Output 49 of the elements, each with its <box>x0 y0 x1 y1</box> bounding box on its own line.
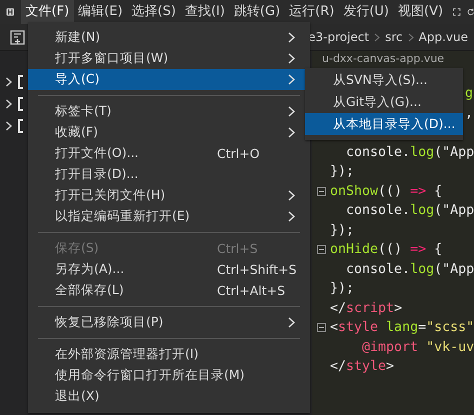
menu-item[interactable]: 打开目录(D)... <box>28 164 310 185</box>
fold-icon[interactable] <box>316 323 326 332</box>
code-line: }); <box>330 163 354 181</box>
menu-item[interactable]: 从Git导入(G)... <box>305 91 463 113</box>
menu-item[interactable]: 在外部资源管理器打开(I) <box>28 344 310 365</box>
breadcrumb-item[interactable]: src <box>385 30 403 44</box>
fold-icon[interactable] <box>316 186 326 196</box>
code-line: onShow(() => { <box>330 182 442 200</box>
code-line: </script> <box>330 300 402 318</box>
menu-item[interactable]: 从本地目录导入(D)... <box>305 113 463 135</box>
menubar-item[interactable]: 查找(I) <box>180 0 230 24</box>
code-line: }); <box>330 280 354 298</box>
menu-item[interactable]: 使用命令行窗口打开所在目录(M) <box>28 365 310 386</box>
menu-item[interactable]: 打开已关闭文件(H) <box>28 185 310 206</box>
code-line: console.log("App <box>345 144 474 162</box>
menubar-item[interactable]: 编辑(E) <box>73 0 128 24</box>
menu-item[interactable]: 以指定编码重新打开(E) <box>28 206 310 227</box>
menu-item[interactable]: 另存为(A)... Ctrl+Shift+S <box>28 259 310 280</box>
code-line: </style> <box>330 358 394 376</box>
chevron-icon <box>408 32 414 42</box>
editor-tab[interactable]: u-dxx-canvas-app.vue <box>322 53 444 65</box>
chevron-icon[interactable] <box>5 99 13 109</box>
menu-item[interactable]: 恢复已移除项目(P) <box>28 312 310 333</box>
menu-item[interactable]: 打开文件(O)... Ctrl+O <box>28 143 310 164</box>
menubar-item[interactable]: 文件(F) <box>20 0 74 24</box>
menu-item[interactable]: 新建(N) <box>28 27 310 48</box>
chevron-icon[interactable] <box>5 77 13 87</box>
menubar-item[interactable]: 视图(V) <box>393 0 448 24</box>
menu-item[interactable]: 全部保存(L) Ctrl+Alt+S <box>28 280 310 301</box>
new-file-icon[interactable] <box>10 30 25 44</box>
code-line: g <box>464 85 473 103</box>
chevron-icon <box>374 32 380 42</box>
code-line: }); <box>330 222 354 240</box>
breadcrumb-item[interactable]: e3-project <box>308 30 370 44</box>
menubar-item[interactable]: 跳转(G) <box>228 0 286 24</box>
code-line: onHide(() => { <box>330 241 442 259</box>
code-line: <style lang="scss" <box>330 319 474 337</box>
menu-item[interactable]: 打开多窗口项目(W) <box>28 48 310 69</box>
menubar-item[interactable]: 运行(R) <box>284 0 340 24</box>
code-line: , <box>464 104 473 122</box>
menu-item[interactable]: 退出(X) <box>28 386 310 407</box>
code-line: @import "vk-uv <box>361 338 474 356</box>
code-line: console.log("App <box>345 202 474 220</box>
menubar-item[interactable]: 选择(S) <box>126 0 181 24</box>
fold-icon[interactable] <box>316 245 326 254</box>
breadcrumb-item[interactable]: App.vue <box>418 30 468 44</box>
chevron-icon[interactable] <box>5 121 13 131</box>
code-line: console.log("App <box>345 260 474 278</box>
menubar-item[interactable]: 发行(U) <box>338 0 394 24</box>
